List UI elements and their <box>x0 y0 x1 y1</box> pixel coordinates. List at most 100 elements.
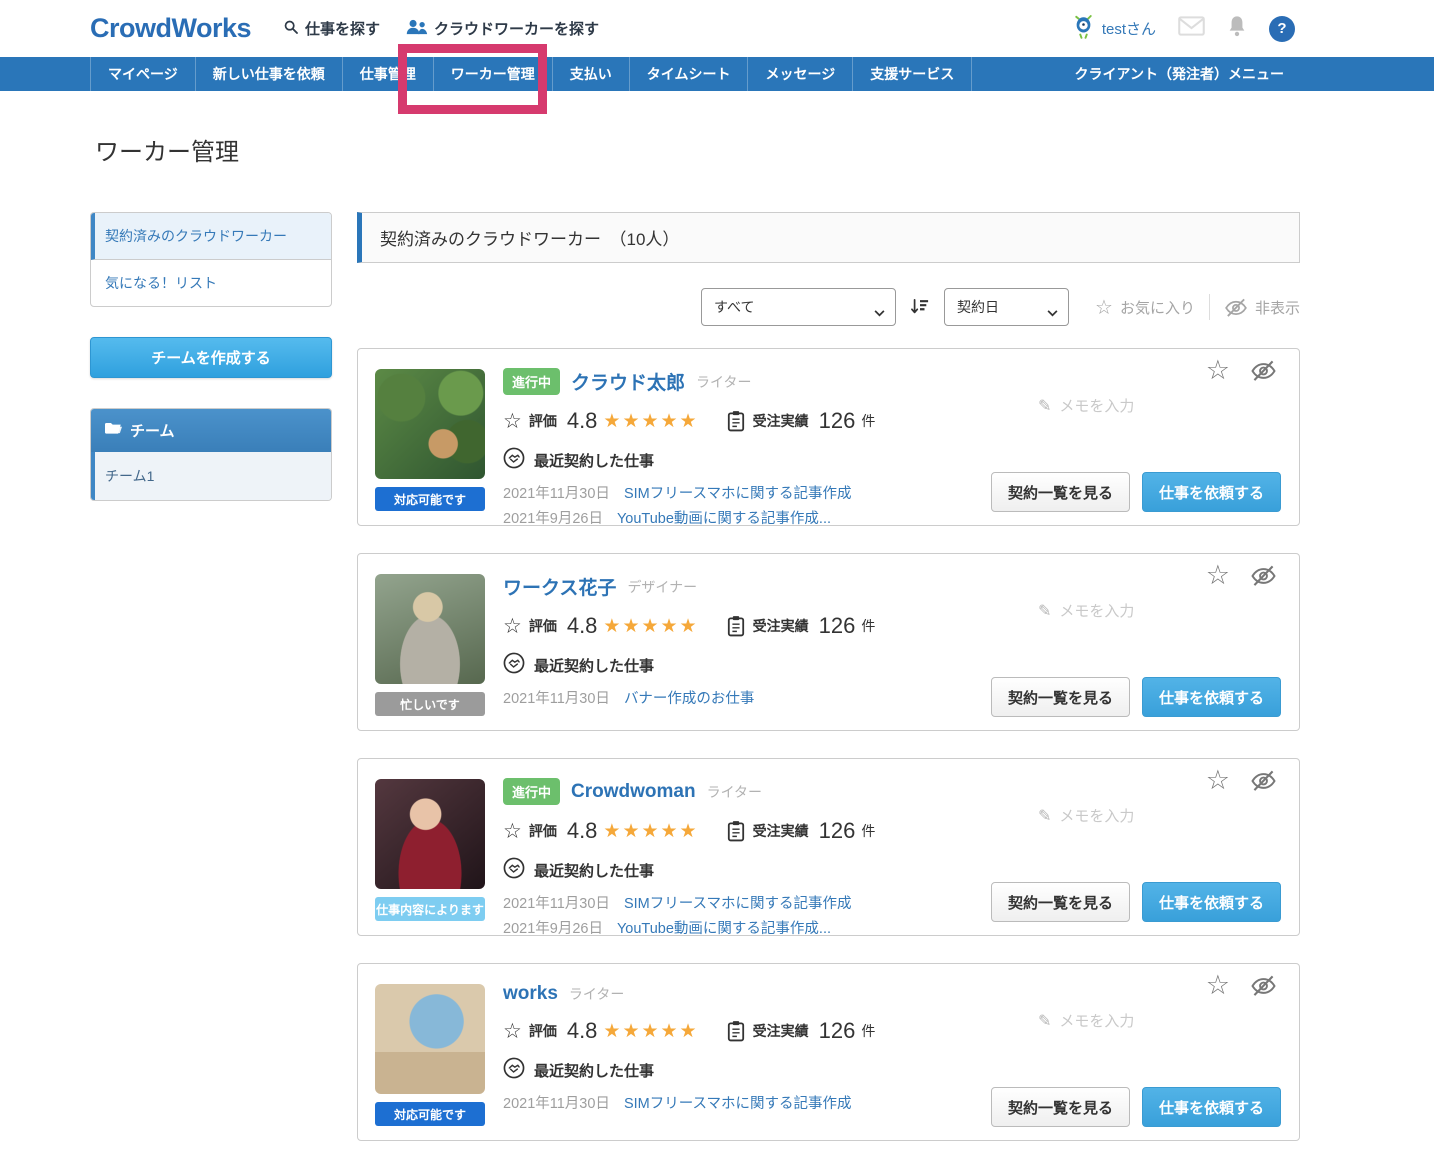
worker-role: ライター <box>696 373 752 390</box>
recent-jobs-label: 最近契約した仕事 <box>534 452 655 470</box>
view-contracts-button[interactable]: 契約一覧を見る <box>990 1087 1130 1127</box>
in-progress-badge: 進行中 <box>503 368 561 395</box>
divider <box>1208 294 1210 320</box>
worker-info: 進行中 クラウド太郎 ライター ☆ 評価 4.8 ★★★★★ 受注実績 126 … <box>503 368 875 528</box>
rating-stars: ★★★★★ <box>603 1020 699 1042</box>
clipboard-icon <box>727 1020 745 1042</box>
worker-avatar[interactable] <box>375 779 485 889</box>
pencil-icon: ✎ <box>1038 807 1052 825</box>
orders-value: 126 <box>818 818 856 843</box>
memo-placeholder: メモを入力 <box>1059 808 1135 825</box>
job-link[interactable]: YouTube動画に関する記事作成... <box>617 917 831 938</box>
notifications-bell-icon[interactable] <box>1227 15 1247 42</box>
crowdworks-logo[interactable]: CrowdWorks <box>90 13 252 44</box>
memo-input[interactable]: ✎ メモを入力 <box>1038 805 1134 826</box>
job-row: 2021年9月26日 YouTube動画に関する記事作成... <box>503 507 875 528</box>
nav-payments[interactable]: 支払い <box>553 57 630 91</box>
orders-unit: 件 <box>861 413 876 429</box>
nav-support-services[interactable]: 支援サービス <box>853 57 973 91</box>
worker-avatar[interactable] <box>375 369 485 479</box>
team-header: チーム <box>91 409 331 452</box>
nav-mypage[interactable]: マイページ <box>90 57 196 91</box>
hide-worker-icon[interactable] <box>1250 974 1277 997</box>
orders-value: 126 <box>818 613 856 638</box>
request-job-button[interactable]: 仕事を依頼する <box>1141 677 1281 717</box>
job-link[interactable]: SIMフリースマホに関する記事作成 <box>624 482 852 503</box>
find-jobs-link[interactable]: 仕事を探す <box>283 18 380 39</box>
memo-input[interactable]: ✎ メモを入力 <box>1038 1010 1134 1031</box>
create-team-button[interactable]: チームを作成する <box>90 337 332 378</box>
job-date: 2021年11月30日 <box>503 896 610 912</box>
favorite-star-icon[interactable]: ☆ <box>1206 562 1230 589</box>
memo-placeholder: メモを入力 <box>1059 1013 1135 1030</box>
in-progress-badge: 進行中 <box>503 778 561 805</box>
hide-worker-icon[interactable] <box>1250 359 1277 382</box>
sort-descending-icon[interactable] <box>910 298 930 316</box>
client-menu-label: クライアント（発注者）メニュー <box>1074 66 1284 82</box>
worker-avatar[interactable] <box>375 984 485 1094</box>
worker-name-link[interactable]: works <box>503 983 558 1005</box>
sort-filter-select[interactable]: 契約日 <box>944 288 1070 326</box>
favorite-star-icon[interactable]: ☆ <box>1206 767 1230 794</box>
search-icon <box>283 19 299 39</box>
hide-worker-icon[interactable] <box>1250 564 1277 587</box>
status-filter-select[interactable]: すべて <box>701 288 897 326</box>
hide-worker-icon[interactable] <box>1250 769 1277 792</box>
request-job-button[interactable]: 仕事を依頼する <box>1141 882 1281 922</box>
rating-star-icon: ☆ <box>503 614 522 638</box>
username-label: testさん <box>1101 21 1156 38</box>
worker-card: 忙しいです ワークス花子 デザイナー ☆ 評価 4.8 ★★★★★ 受注実績 1… <box>357 553 1300 731</box>
page-title: ワーカー管理 <box>95 139 239 166</box>
help-icon[interactable]: ? <box>1269 15 1295 42</box>
job-link[interactable]: SIMフリースマホに関する記事作成 <box>624 892 852 913</box>
nav-messages[interactable]: メッセージ <box>748 57 854 91</box>
nav-job-management[interactable]: 仕事管理 <box>343 57 434 91</box>
worker-avatar[interactable] <box>375 574 485 684</box>
nav-timesheet[interactable]: タイムシート <box>630 57 749 91</box>
rating-label: 評価 <box>528 1023 557 1039</box>
sidebar-item-team1[interactable]: チーム1 <box>91 452 331 500</box>
rating-label: 評価 <box>528 413 557 429</box>
request-job-button[interactable]: 仕事を依頼する <box>1141 472 1281 512</box>
recent-jobs-label: 最近契約した仕事 <box>534 1062 655 1080</box>
sidebar-item-contracted-workers[interactable]: 契約済みのクラウドワーカー <box>91 213 331 260</box>
sidebar-menu: 契約済みのクラウドワーカー 気になる！リスト <box>90 212 332 307</box>
worker-name-link[interactable]: クラウド太郎 <box>571 368 685 395</box>
handshake-icon <box>503 1057 525 1083</box>
request-job-button[interactable]: 仕事を依頼する <box>1141 1087 1281 1127</box>
view-contracts-button[interactable]: 契約一覧を見る <box>990 677 1130 717</box>
worker-card: 仕事内容によります 進行中 Crowdwoman ライター ☆ 評価 4.8 ★… <box>357 758 1300 938</box>
worker-name-link[interactable]: ワークス花子 <box>503 573 616 600</box>
job-link[interactable]: バナー作成のお仕事 <box>624 687 755 708</box>
orders-label: 受注実績 <box>752 413 809 429</box>
hidden-filter-toggle[interactable]: 非表示 <box>1224 297 1300 318</box>
user-menu[interactable]: testさん <box>1073 14 1156 43</box>
messages-envelope-icon[interactable] <box>1178 16 1205 41</box>
worker-photo-area: 仕事内容によります <box>375 779 485 921</box>
find-workers-link[interactable]: クラウドワーカーを探す <box>406 18 599 39</box>
job-date: 2021年11月30日 <box>503 1096 610 1112</box>
rating-stars: ★★★★★ <box>603 410 699 432</box>
favorite-star-icon[interactable]: ☆ <box>1206 972 1230 999</box>
worker-role: デザイナー <box>627 578 698 595</box>
favorite-filter-toggle[interactable]: ☆ お気に入り <box>1095 295 1195 320</box>
worker-info: works ライター ☆ 評価 4.8 ★★★★★ 受注実績 126 件 最近契… <box>503 983 875 1113</box>
view-contracts-button[interactable]: 契約一覧を見る <box>990 472 1130 512</box>
chevron-down-icon <box>1047 304 1058 320</box>
memo-input[interactable]: ✎ メモを入力 <box>1038 395 1134 416</box>
rating-stars: ★★★★★ <box>603 615 699 637</box>
rating-value: 4.8 <box>566 1018 598 1043</box>
orders-unit: 件 <box>861 1023 876 1039</box>
memo-input[interactable]: ✎ メモを入力 <box>1038 600 1134 621</box>
sidebar-item-watch-list[interactable]: 気になる！リスト <box>91 260 331 306</box>
view-contracts-button[interactable]: 契約一覧を見る <box>990 882 1130 922</box>
job-link[interactable]: SIMフリースマホに関する記事作成 <box>624 1092 852 1113</box>
clipboard-icon <box>727 820 745 842</box>
team-box: チーム チーム1 <box>90 408 332 501</box>
job-link[interactable]: YouTube動画に関する記事作成... <box>617 507 831 528</box>
nav-new-job-request[interactable]: 新しい仕事を依頼 <box>196 57 343 91</box>
worker-name-link[interactable]: Crowdwoman <box>571 781 696 803</box>
nav-worker-management[interactable]: ワーカー管理 <box>434 57 553 91</box>
worker-photo-area: 対応可能です <box>375 984 485 1126</box>
favorite-star-icon[interactable]: ☆ <box>1206 357 1230 384</box>
